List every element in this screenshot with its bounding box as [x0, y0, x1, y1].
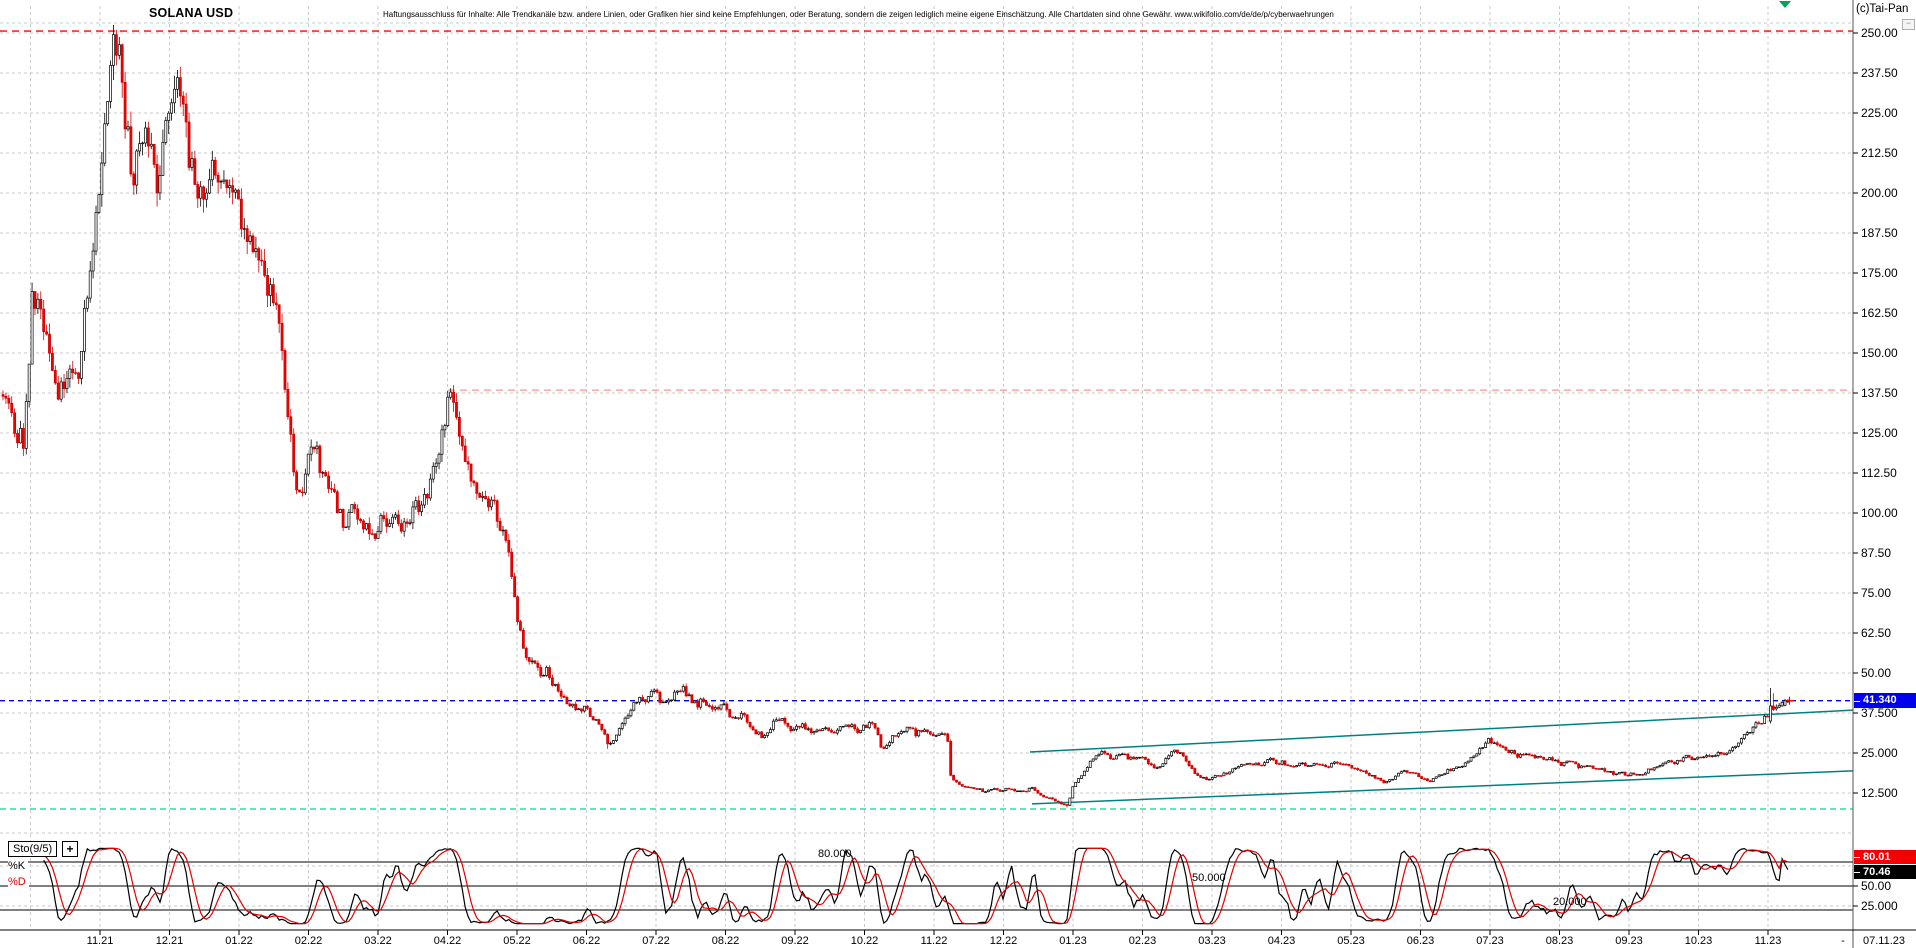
current-date-label: 07.11.23: [1863, 935, 1905, 947]
stochastic-d-label: %D: [8, 876, 29, 888]
date-axis-label: 01.22: [225, 935, 253, 947]
price-axis-label: 100.00: [1861, 506, 1898, 520]
sto-level-inline-label: 50.000: [1192, 872, 1226, 884]
chart-title: SOLANA USD: [149, 6, 233, 20]
badge-tick: [1854, 872, 1860, 873]
taipan-chart-window: 250.00 237.50 225.00 212.50 200.00 187.50 175.…: [0, 0, 1916, 948]
price-axis-label: 12.500: [1861, 786, 1898, 800]
date-axis-label: 11.23: [1755, 935, 1782, 947]
trend-channel-line: [1030, 710, 1853, 752]
price-axis-label: 137.50: [1861, 386, 1898, 400]
date-axis-label: 05.22: [503, 935, 531, 947]
add-indicator-icon[interactable]: +: [62, 841, 78, 857]
copyright-label: (c)Tai-Pan: [1856, 3, 1908, 15]
price-axis-label: 212.50: [1861, 146, 1898, 160]
price-axis-label: 37.500: [1861, 706, 1898, 720]
stochastic-k-label: %K: [8, 860, 28, 872]
overlay-lines: [0, 31, 1853, 809]
stochastic-d-value-badge: 80.01: [1854, 850, 1916, 864]
date-axis-label: 01.23: [1059, 935, 1087, 947]
current-price-badge: 41.340: [1854, 693, 1916, 708]
badge-tick: [1854, 701, 1860, 702]
date-axis-label: 06.22: [573, 935, 601, 947]
collapse-icon[interactable]: −: [1902, 19, 1915, 30]
date-axis-label: 08.22: [712, 935, 740, 947]
date-axis-label: 04.22: [434, 935, 462, 947]
price-axis-label: 162.50: [1861, 306, 1898, 320]
price-axis-label: 250.00: [1861, 26, 1898, 40]
date-axis-separator: -: [1841, 935, 1845, 947]
date-axis-label: 02.23: [1129, 935, 1157, 947]
date-axis-label: 06.23: [1407, 935, 1435, 947]
price-axis-label: 187.50: [1861, 226, 1898, 240]
price-axis-label: 225.00: [1861, 106, 1898, 120]
price-axis-label: 87.50: [1861, 546, 1891, 560]
date-axis-label: 10.23: [1685, 935, 1713, 947]
current-price-value: 41.340: [1854, 694, 1897, 706]
price-axis-label: 62.50: [1861, 626, 1891, 640]
date-axis-label: 08.23: [1546, 935, 1574, 947]
price-axis-label: 237.50: [1861, 66, 1898, 80]
date-axis-label: 03.22: [364, 935, 392, 947]
indicator-axis-label: 50.00: [1861, 879, 1891, 893]
date-axis-label: 02.22: [295, 935, 323, 947]
candlesticks: [2, 25, 1789, 807]
date-axis-label: 10.22: [851, 935, 879, 947]
date-axis-label: 09.23: [1615, 935, 1643, 947]
price-axis-label: 25.000: [1861, 746, 1898, 760]
price-axis-label: 50.00: [1861, 666, 1891, 680]
date-axis-label: 09.22: [781, 935, 809, 947]
badge-tick: [1854, 857, 1860, 858]
price-axis-label: 125.00: [1861, 426, 1898, 440]
disclaimer-text: Haftungsausschluss für Inhalte: Alle Tre…: [383, 10, 1334, 19]
date-axis-label: 07.22: [642, 935, 670, 947]
sto-level-inline-label: 80.000: [818, 848, 852, 860]
date-axis-label: 12.21: [156, 935, 184, 947]
price-axis-label: 75.00: [1861, 586, 1891, 600]
latest-bar-marker-icon: [1779, 1, 1791, 8]
chart-canvas[interactable]: 250.00 237.50 225.00 212.50 200.00 187.50 175.…: [0, 0, 1916, 948]
date-axis-label: 11.21: [87, 935, 114, 947]
stochastic-k-value-badge: 70.46: [1854, 865, 1916, 879]
date-axis-label: 05.23: [1337, 935, 1365, 947]
price-axis-label: 200.00: [1861, 186, 1898, 200]
indicator-settings-button[interactable]: Sto(9/5): [8, 841, 57, 857]
date-axis-label: 03.23: [1198, 935, 1226, 947]
price-axis-label: 150.00: [1861, 346, 1898, 360]
date-axis-label: 11.22: [921, 935, 948, 947]
date-axis-label: 12.22: [990, 935, 1018, 947]
price-axis-label: 112.50: [1861, 466, 1897, 480]
date-axis-label: 07.23: [1476, 935, 1504, 947]
date-axis-label: 04.23: [1268, 935, 1296, 947]
markers: [1779, 1, 1794, 705]
indicator-axis-label: 25.000: [1861, 899, 1898, 913]
sto-level-inline-label: 20.000: [1553, 896, 1587, 908]
gridlines: [0, 6, 1853, 930]
price-axis-label: 175.00: [1861, 266, 1898, 280]
